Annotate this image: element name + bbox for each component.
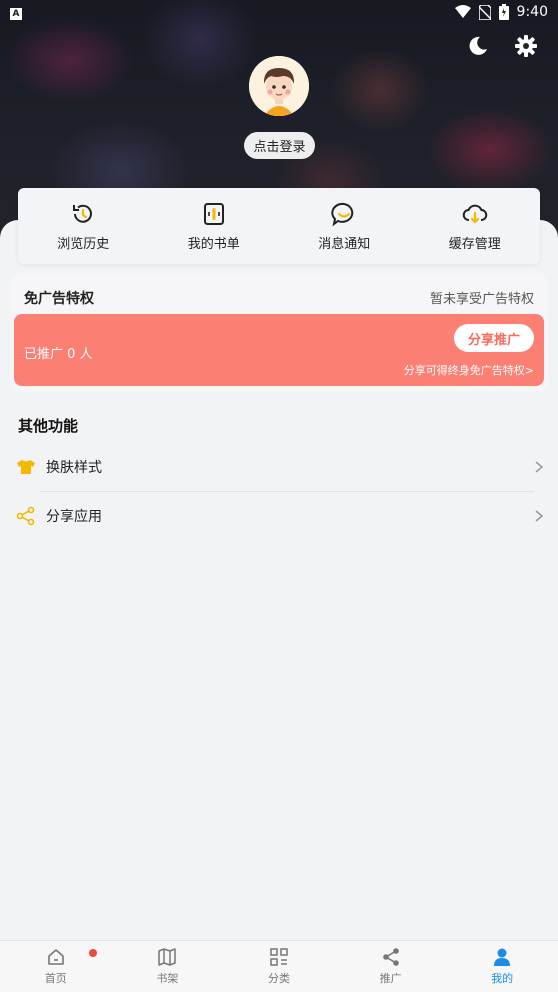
share-icon	[16, 506, 35, 526]
quick-action-cache[interactable]: 缓存管理	[415, 201, 535, 252]
nav-promote[interactable]: 推广	[335, 941, 446, 992]
menu-item-share-app[interactable]: 分享应用	[16, 493, 546, 539]
chevron-right-icon	[535, 510, 544, 522]
other-functions-title: 其他功能	[18, 417, 79, 435]
menu-item-label: 分享应用	[46, 509, 102, 525]
category-icon	[270, 948, 288, 966]
quick-action-label: 浏览历史	[57, 236, 110, 252]
nav-mine[interactable]: 我的	[447, 941, 558, 992]
nav-home[interactable]: 首页	[0, 941, 111, 992]
quick-action-label: 我的书单	[187, 236, 240, 252]
ad-free-status: 暂未享受广告特权	[429, 292, 534, 307]
notification-a-icon: A	[10, 8, 22, 20]
quick-action-booklist[interactable]: 我的书单	[154, 201, 274, 252]
nav-label: 我的	[491, 972, 514, 985]
gear-icon[interactable]	[514, 34, 538, 58]
menu-item-theme[interactable]: 换肤样式	[16, 444, 546, 490]
quick-action-label: 消息通知	[318, 236, 371, 252]
bookshelf-icon	[158, 948, 177, 966]
divider	[40, 491, 534, 492]
menu-item-label: 换肤样式	[46, 460, 102, 476]
promo-count: 已推广 0 人	[24, 347, 93, 362]
status-time: 9:40	[516, 4, 548, 20]
user-icon	[494, 948, 511, 966]
quick-actions-card: 浏览历史 我的书单 消息通知 缓存管理	[18, 188, 540, 264]
avatar[interactable]	[249, 56, 309, 116]
message-icon	[331, 202, 354, 226]
quick-action-messages[interactable]: 消息通知	[284, 201, 404, 252]
chevron-right-icon	[535, 461, 544, 473]
notification-dot	[89, 949, 98, 957]
nav-label: 书架	[156, 972, 179, 985]
bottom-nav: 首页 书架 分类 推广 我的	[0, 940, 558, 992]
cloud-download-icon	[462, 204, 487, 224]
nav-label: 首页	[44, 972, 67, 985]
status-bar: A 9:40	[0, 0, 558, 24]
share-promo-button[interactable]: 分享推广	[454, 324, 534, 352]
ad-free-card: 免广告特权 暂未享受广告特权 已推广 0 人 分享推广 分享可得终身免广告特权>	[10, 275, 548, 391]
nav-category[interactable]: 分类	[223, 941, 334, 992]
ad-free-title: 免广告特权	[24, 291, 94, 307]
booklist-icon	[203, 202, 224, 225]
moon-icon[interactable]	[466, 34, 490, 58]
history-icon	[73, 204, 93, 223]
nav-label: 分类	[267, 972, 290, 985]
nav-label: 推广	[379, 972, 402, 985]
quick-action-history[interactable]: 浏览历史	[23, 201, 143, 252]
promo-banner: 已推广 0 人 分享推广 分享可得终身免广告特权>	[14, 314, 544, 386]
no-sim-icon	[478, 4, 491, 20]
tshirt-icon	[17, 460, 35, 474]
login-button[interactable]: 点击登录	[244, 132, 315, 159]
nav-bookshelf[interactable]: 书架	[112, 941, 223, 992]
share-icon	[382, 948, 399, 966]
avatar-boy-icon	[249, 56, 309, 116]
quick-action-label: 缓存管理	[448, 236, 501, 252]
promo-hint-link[interactable]: 分享可得终身免广告特权>	[404, 362, 534, 378]
battery-icon	[498, 4, 509, 20]
home-icon	[47, 949, 64, 965]
wifi-icon	[454, 5, 471, 18]
